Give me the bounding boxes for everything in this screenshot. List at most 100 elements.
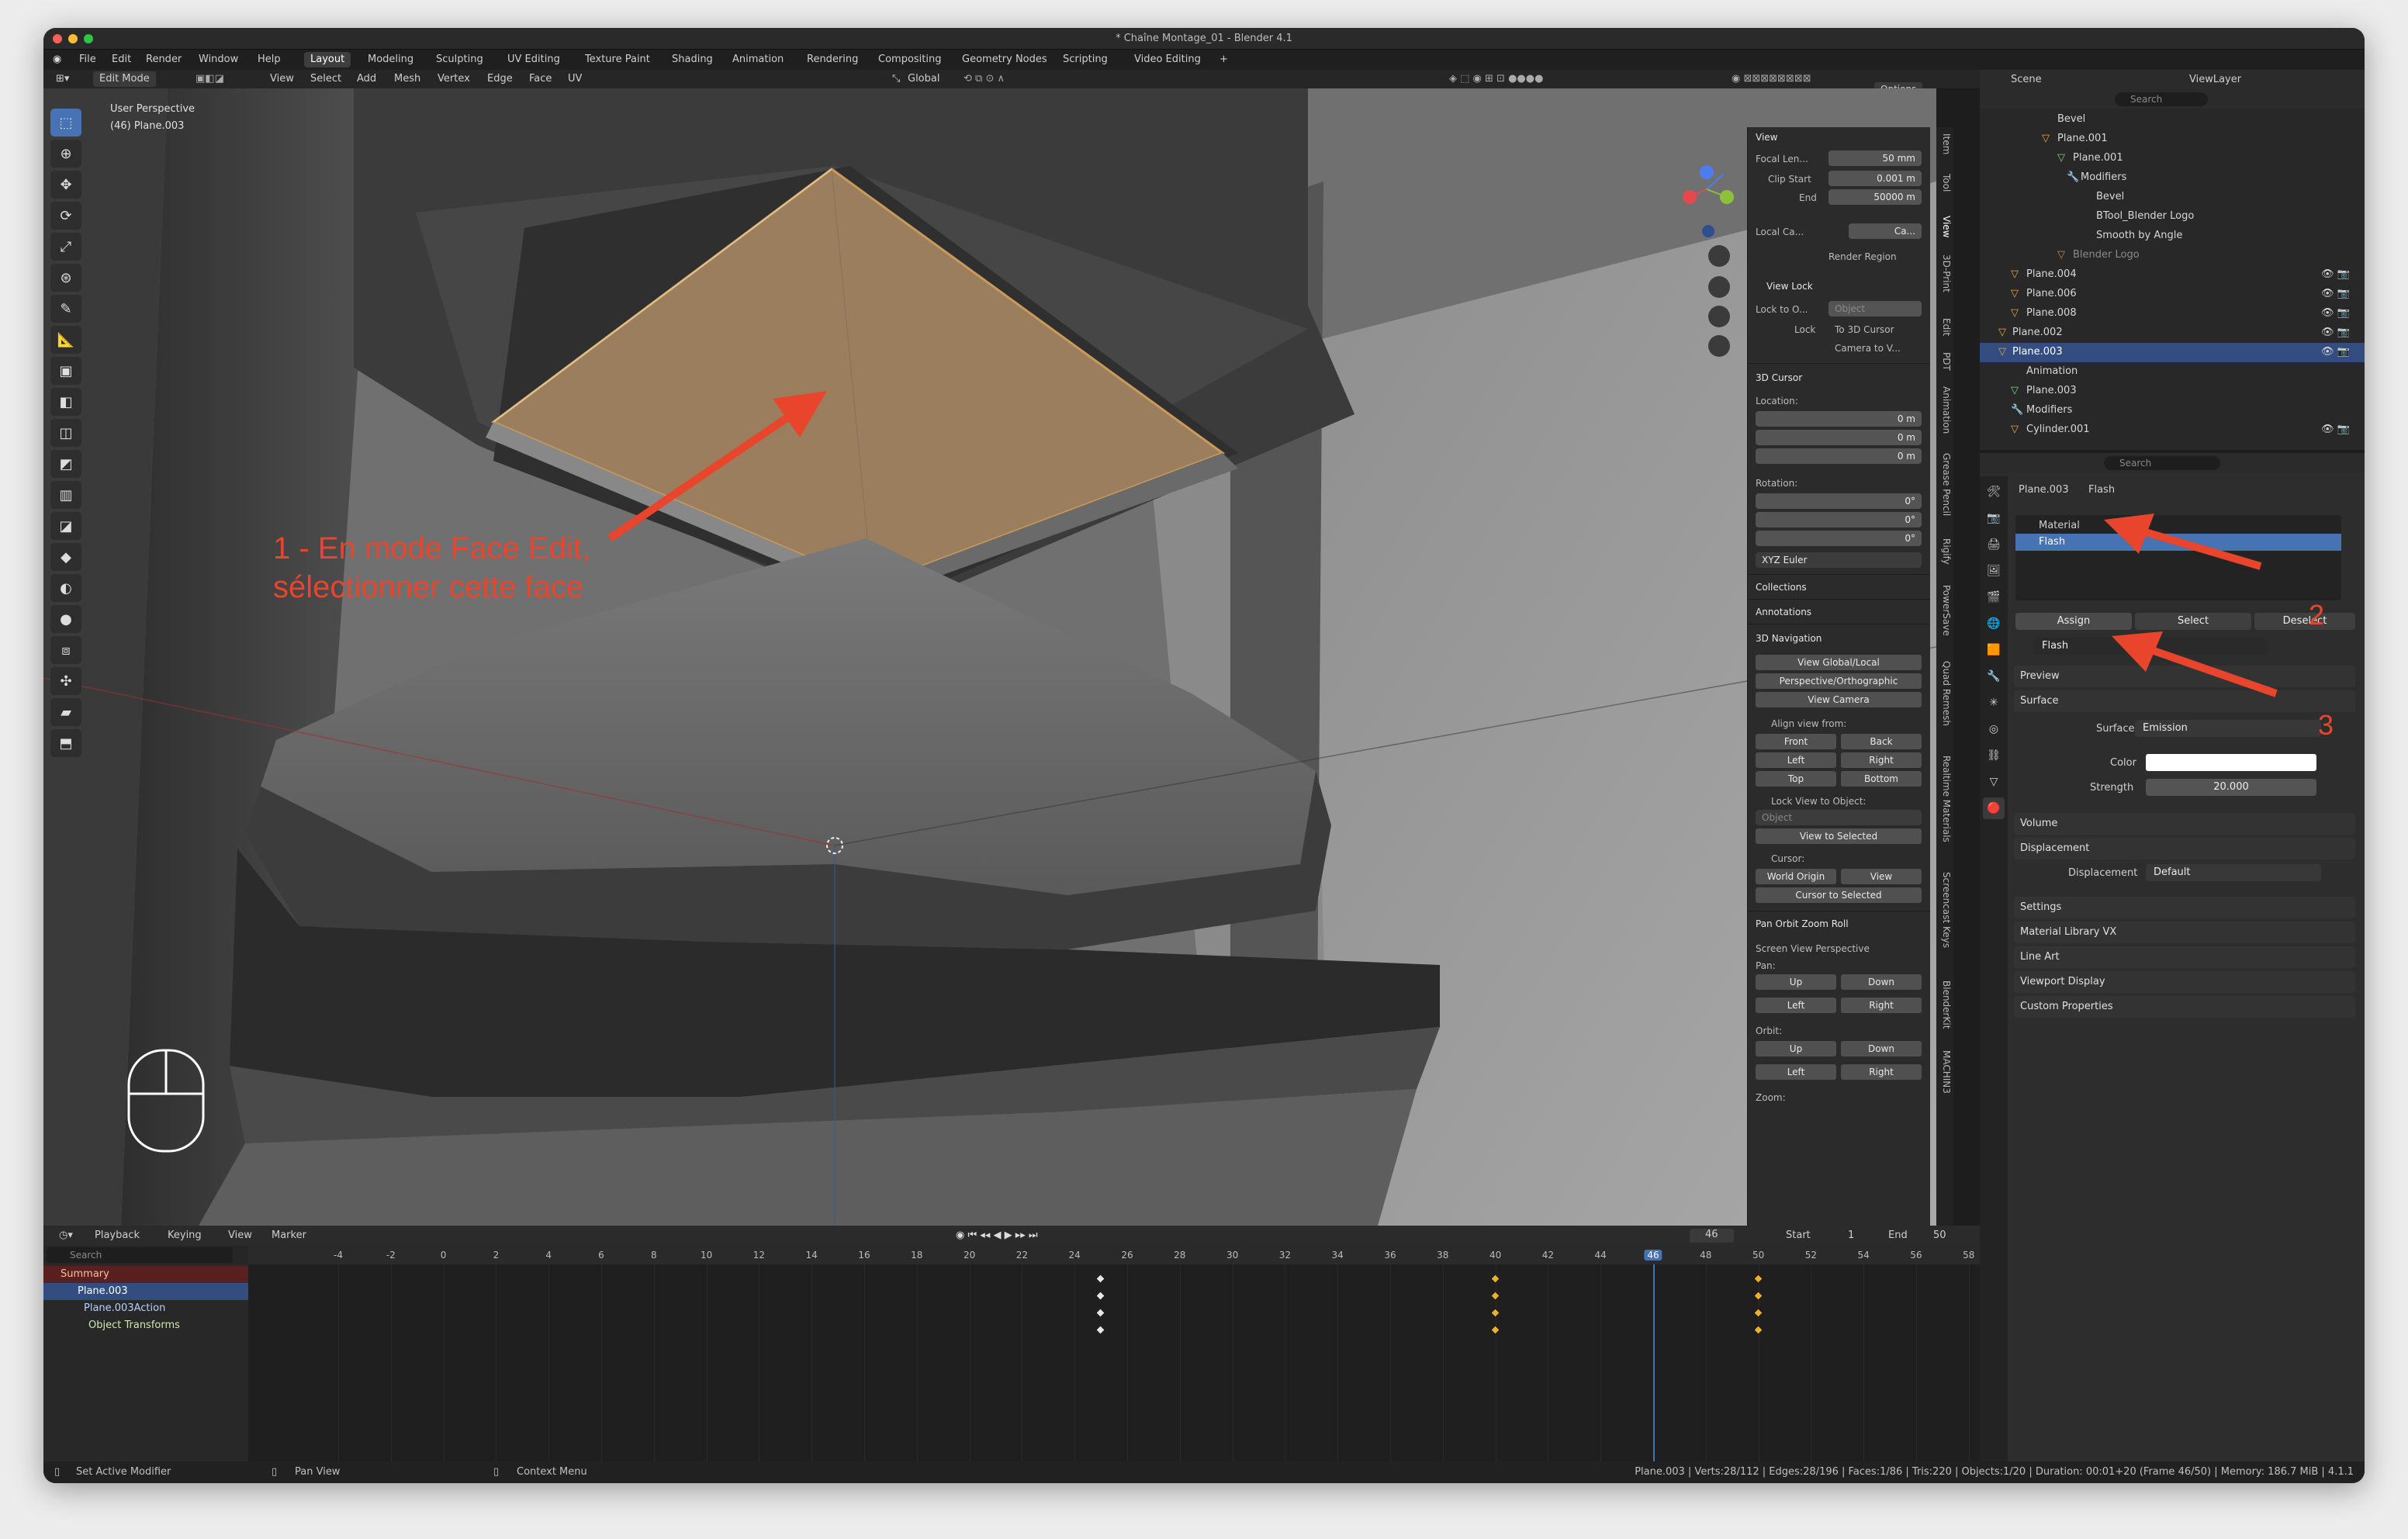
tab-animation[interactable]: Animation	[726, 52, 790, 67]
select-mode-icons[interactable]: ▣◧◪	[195, 73, 224, 85]
lock-object-field[interactable]: Object	[1828, 301, 1922, 316]
pan-right-button[interactable]: Right	[1841, 998, 1922, 1013]
vtab-screencast-keys[interactable]: Screencast Keys	[1938, 872, 1952, 948]
playhead[interactable]	[1653, 1264, 1655, 1474]
keyframe[interactable]	[1489, 1291, 1500, 1301]
playback-controls[interactable]: ◉ ⏮ ◂◂ ◀ ▶ ▸▸ ⏭	[956, 1229, 1038, 1241]
collections-header[interactable]: Collections	[1756, 582, 1807, 593]
timeline-view-menu[interactable]: View	[228, 1229, 252, 1241]
orientation-icon[interactable]: ⤡	[892, 73, 900, 85]
keyframe[interactable]	[1752, 1325, 1763, 1335]
annotations-header[interactable]: Annotations	[1756, 607, 1811, 617]
render-region-checkbox[interactable]: Render Region	[1828, 251, 1897, 262]
keyframe[interactable]	[1095, 1325, 1105, 1335]
outliner-row[interactable]: Bevel	[1980, 188, 2365, 207]
cursor-to-selected-button[interactable]: Cursor to Selected	[1756, 887, 1922, 903]
tab-uv-editing[interactable]: UV Editing	[501, 52, 566, 67]
tab-compositing[interactable]: Compositing	[872, 52, 948, 67]
measure-icon[interactable]: 📐	[50, 326, 81, 354]
shrink-icon[interactable]: ✣	[50, 667, 81, 695]
lock-view-object-field[interactable]: Object	[1756, 810, 1922, 825]
vtab-grease-pencil[interactable]: Grease Pencil	[1938, 453, 1952, 516]
header-mesh[interactable]: Mesh	[394, 73, 420, 85]
header-uv[interactable]: UV	[568, 73, 582, 85]
volume-section[interactable]: Volume	[2014, 813, 2355, 835]
3d-cursor-header[interactable]: 3D Cursor	[1756, 372, 1802, 383]
vtab-blenderkit[interactable]: BlenderKit	[1938, 980, 1952, 1029]
outliner-row[interactable]: ▽ Plane.003	[1980, 382, 2365, 401]
tab-texture-paint[interactable]: Texture Paint	[579, 52, 656, 67]
header-view[interactable]: View	[270, 73, 294, 85]
keying-menu[interactable]: Keying	[168, 1229, 202, 1241]
line-art-section[interactable]: Line Art	[2014, 946, 2355, 968]
outliner-row[interactable]: Bevel	[1980, 110, 2365, 130]
outliner-row[interactable]: 🔧 Modifiers	[1980, 168, 2365, 188]
view-to-selected-button[interactable]: View to Selected	[1756, 828, 1922, 844]
view-lock-header[interactable]: View Lock	[1766, 281, 1813, 292]
tab-modeling[interactable]: Modeling	[362, 52, 420, 67]
pan-left-button[interactable]: Left	[1756, 998, 1836, 1013]
move-icon[interactable]: ✥	[50, 171, 81, 199]
outliner-row-selected[interactable]: ▽ Plane.003 👁 📷	[1980, 343, 2365, 362]
keyframe[interactable]	[1489, 1308, 1500, 1318]
outliner-row[interactable]: ▽ Blender Logo	[1980, 246, 2365, 265]
outliner-search-input[interactable]: Search	[2115, 92, 2208, 106]
outliner-row[interactable]: ▽ Plane.008 👁 📷	[1980, 304, 2365, 323]
vtab-pdt[interactable]: PDT	[1938, 352, 1952, 371]
pan-up-button[interactable]: Up	[1756, 974, 1836, 990]
channel-object[interactable]: Plane.003	[43, 1283, 248, 1300]
outliner-row[interactable]: Smooth by Angle	[1980, 227, 2365, 246]
local-camera-field[interactable]: Ca...	[1849, 223, 1922, 239]
custom-properties-section[interactable]: Custom Properties	[2014, 996, 2355, 1018]
bevel-icon[interactable]: ◩	[50, 450, 81, 478]
knife-icon[interactable]: ◪	[50, 512, 81, 540]
channel-summary[interactable]: Summary	[43, 1266, 248, 1283]
add-cube-icon[interactable]: ▣	[50, 357, 81, 385]
tab-sculpting[interactable]: Sculpting	[430, 52, 490, 67]
outliner-row[interactable]: ▽ Plane.006 👁 📷	[1980, 285, 2365, 304]
header-face[interactable]: Face	[529, 73, 552, 85]
cursor-icon[interactable]: ⊕	[50, 140, 81, 168]
outliner-row[interactable]: ▽ Plane.001	[1980, 130, 2365, 149]
header-add[interactable]: Add	[357, 73, 376, 85]
align-left-button[interactable]: Left	[1756, 752, 1836, 768]
tab-shading[interactable]: Shading	[666, 52, 719, 67]
keyframe[interactable]	[1095, 1308, 1105, 1318]
outliner-row[interactable]: ▽ Plane.002 👁 📷	[1980, 323, 2365, 343]
tab-video-editing[interactable]: Video Editing	[1128, 52, 1207, 67]
tab-layout[interactable]: Layout	[304, 52, 351, 67]
cursor-view-button[interactable]: View	[1841, 869, 1922, 884]
orbit-up-button[interactable]: Up	[1756, 1041, 1836, 1057]
header-vertex[interactable]: Vertex	[438, 73, 470, 85]
vtab-machin3[interactable]: MACHIN3	[1938, 1050, 1952, 1094]
outliner-row[interactable]: BTool_Blender Logo	[1980, 207, 2365, 227]
orbit-left-button[interactable]: Left	[1756, 1064, 1836, 1080]
timeline-editor-icon[interactable]: ◷▾	[59, 1229, 73, 1241]
marker-menu[interactable]: Marker	[272, 1229, 306, 1241]
extrude-icon[interactable]: ◧	[50, 388, 81, 416]
displacement-field[interactable]: Default	[2146, 864, 2321, 881]
clip-end-field[interactable]: 50000 m	[1828, 189, 1922, 205]
cursor-x-field[interactable]: 0 m	[1756, 411, 1922, 427]
transform-icon[interactable]: ⊛	[50, 264, 81, 292]
rip-icon[interactable]: ⬒	[50, 729, 81, 757]
world-origin-button[interactable]: World Origin	[1756, 869, 1836, 884]
inset-icon[interactable]: ◫	[50, 419, 81, 447]
pan-orbit-header[interactable]: Pan Orbit Zoom Roll	[1756, 918, 1849, 929]
rotate-icon[interactable]: ⟳	[50, 202, 81, 230]
align-right-button[interactable]: Right	[1841, 752, 1922, 768]
vtab-tool[interactable]: Tool	[1938, 174, 1952, 192]
editor-type-icon[interactable]: ⊞▾	[56, 73, 69, 85]
blender-logo-icon[interactable]: ◉	[53, 54, 61, 65]
view-camera-button[interactable]: View Camera	[1756, 692, 1922, 707]
clip-start-field[interactable]: 0.001 m	[1828, 171, 1922, 186]
align-back-button[interactable]: Back	[1841, 734, 1922, 749]
align-bottom-button[interactable]: Bottom	[1841, 771, 1922, 787]
displacement-section[interactable]: Displacement	[2014, 838, 2355, 859]
cursor-rz-field[interactable]: 0°	[1756, 531, 1922, 546]
orbit-down-button[interactable]: Down	[1841, 1041, 1922, 1057]
tab-rendering[interactable]: Rendering	[801, 52, 864, 67]
snapping-icons[interactable]: ⟲ ⧉ ⊙ ∧	[964, 73, 1005, 85]
cursor-rx-field[interactable]: 0°	[1756, 493, 1922, 509]
shear-icon[interactable]: ▰	[50, 698, 81, 726]
